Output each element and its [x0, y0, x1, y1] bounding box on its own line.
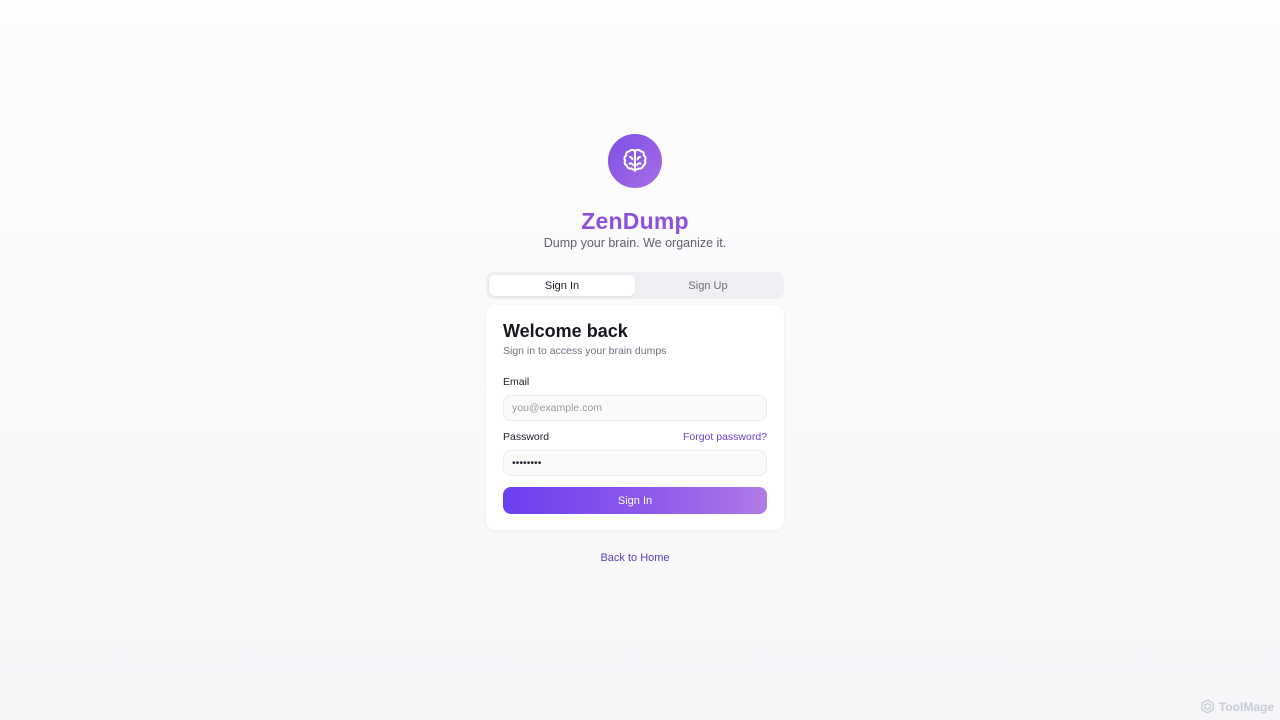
watermark: ToolMage — [1200, 699, 1274, 714]
app-title: ZenDump — [581, 208, 689, 234]
email-field[interactable] — [503, 395, 767, 421]
forgot-password-link[interactable]: Forgot password? — [683, 431, 767, 443]
password-label: Password — [503, 431, 550, 443]
auth-tabs: Sign In Sign Up — [486, 272, 784, 299]
brain-icon — [623, 148, 647, 172]
hexagon-logo-icon — [1201, 699, 1214, 714]
back-to-home-link[interactable]: Back to Home — [0, 552, 1270, 564]
app-tagline: Dump your brain. We organize it. — [543, 236, 727, 250]
sign-in-card: Welcome back Sign in to access your brai… — [486, 305, 784, 530]
sign-in-button[interactable]: Sign In — [503, 487, 767, 514]
watermark-text: ToolMage — [1218, 699, 1274, 714]
email-label: Email — [503, 376, 530, 388]
password-field[interactable] — [503, 450, 767, 476]
card-title: Welcome back — [503, 321, 628, 341]
app-logo — [608, 134, 662, 188]
tab-sign-in[interactable]: Sign In — [489, 275, 635, 296]
login-page: ZenDump Dump your brain. We organize it.… — [0, 0, 1280, 720]
card-subtitle: Sign in to access your brain dumps — [503, 345, 667, 357]
tab-sign-up[interactable]: Sign Up — [635, 275, 781, 296]
